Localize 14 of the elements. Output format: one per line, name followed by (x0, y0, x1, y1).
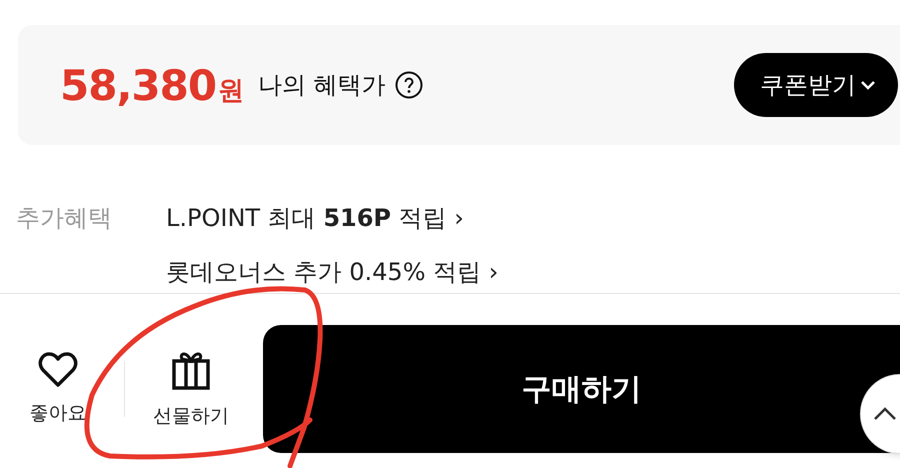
help-icon[interactable] (394, 70, 424, 100)
benefit-price-label: 나의 혜택가 (258, 70, 386, 101)
buy-button[interactable]: 구매하기 (263, 325, 900, 453)
price-unit: 원 (218, 74, 244, 108)
heart-icon (38, 352, 78, 388)
extra-benefits-label: 추가혜택 (16, 203, 113, 234)
coupon-button[interactable]: 쿠폰받기 (734, 53, 898, 117)
benefit-link[interactable]: 롯데오너스 추가 0.45% 적립 › (166, 255, 498, 289)
benefit-link[interactable]: L.POINT 최대 516P 적립 › (166, 201, 464, 235)
gift-button[interactable]: 선물하기 (133, 339, 249, 439)
price: 58,380 (60, 60, 216, 110)
chevron-down-icon (860, 80, 876, 90)
like-button[interactable]: 좋아요 (0, 339, 116, 439)
chevron-up-icon (873, 407, 897, 421)
